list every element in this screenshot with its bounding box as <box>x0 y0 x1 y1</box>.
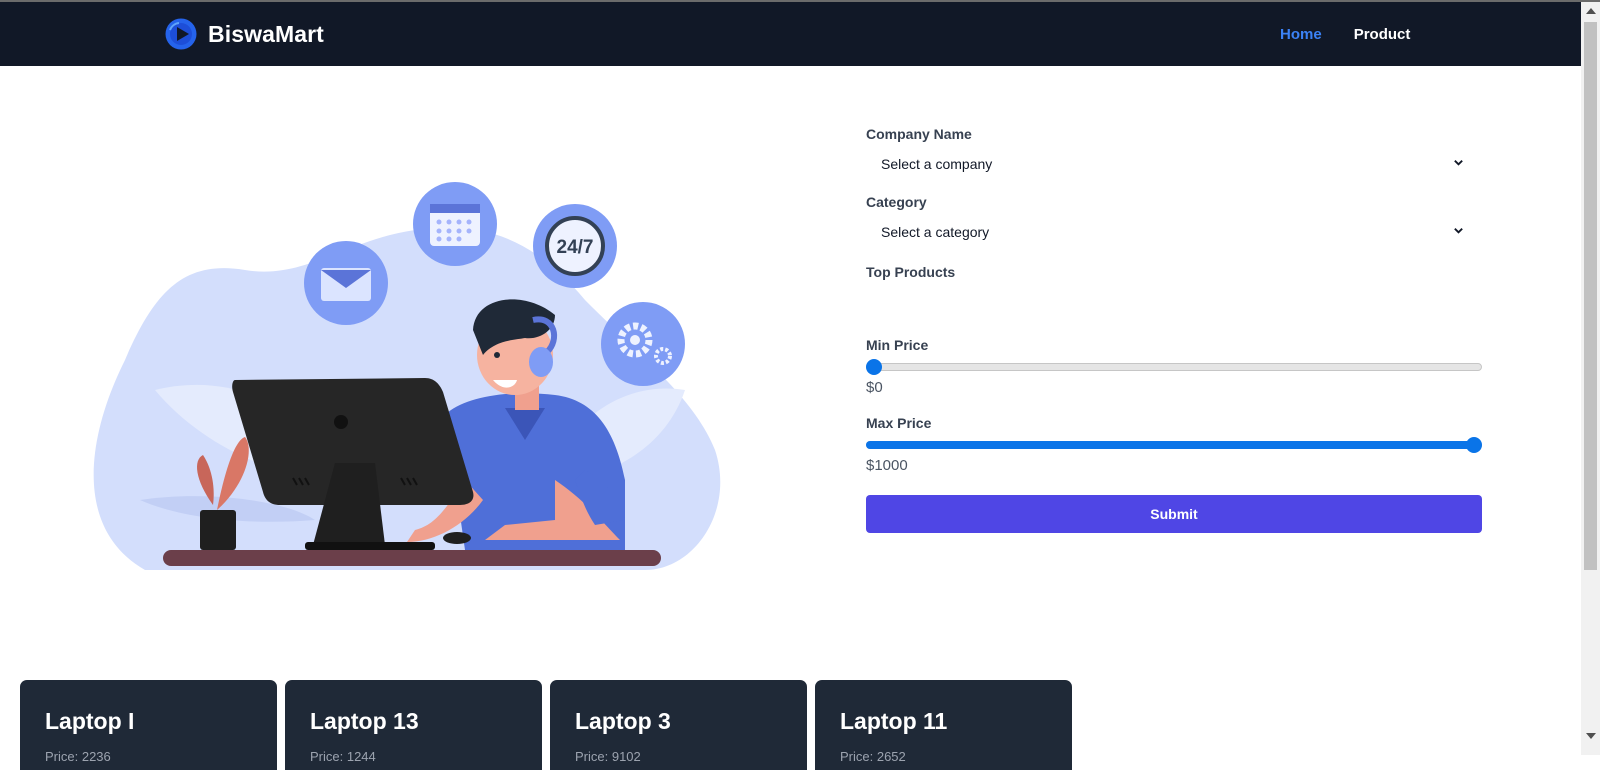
min-price-slider[interactable] <box>866 357 1482 377</box>
product-card[interactable]: Laptop 13 Price: 1244 <box>285 680 542 770</box>
scroll-up-arrow-icon[interactable] <box>1586 8 1596 14</box>
company-select-value: Select a company <box>881 156 993 172</box>
chevron-down-icon <box>1454 228 1463 234</box>
product-card-list: Laptop I Price: 2236 Laptop 13 Price: 12… <box>20 680 1072 770</box>
product-title: Laptop 13 <box>310 708 419 734</box>
scroll-down-arrow-icon[interactable] <box>1586 733 1596 739</box>
filter-form: Company Name Select a company Category S… <box>866 126 1482 533</box>
category-select-value: Select a category <box>881 224 990 240</box>
category-select[interactable]: Select a category <box>866 214 1482 250</box>
max-price-value: $1000 <box>866 457 908 474</box>
scroll-thumb[interactable] <box>1584 22 1597 570</box>
clock-24-7-text: 24/7 <box>557 237 594 258</box>
product-price: Price: 2652 <box>840 749 906 764</box>
product-price: Price: 9102 <box>575 749 641 764</box>
play-logo-icon <box>165 18 197 50</box>
product-card[interactable]: Laptop 11 Price: 2652 <box>815 680 1072 770</box>
product-price: Price: 1244 <box>310 749 376 764</box>
nav-links: Home Product <box>1280 26 1410 43</box>
top-products-area <box>866 280 1482 337</box>
calendar-icon <box>413 182 497 266</box>
mail-icon <box>304 241 388 325</box>
submit-button[interactable]: Submit <box>866 495 1482 533</box>
company-select[interactable]: Select a company <box>866 146 1482 182</box>
max-price-thumb[interactable] <box>1466 437 1482 453</box>
navbar: BiswaMart Home Product <box>0 2 1581 66</box>
min-price-track <box>866 363 1482 371</box>
brand-name: BiswaMart <box>208 20 324 47</box>
page-scrollbar[interactable] <box>1581 2 1600 755</box>
min-price-value: $0 <box>866 379 883 396</box>
product-title: Laptop 3 <box>575 708 671 734</box>
nav-product-link[interactable]: Product <box>1354 26 1411 43</box>
min-price-thumb[interactable] <box>866 359 882 375</box>
max-price-fill <box>866 441 1474 449</box>
min-price-label: Min Price <box>866 337 929 353</box>
clock-24-7-icon: 24/7 <box>533 204 617 288</box>
brand[interactable]: BiswaMart <box>165 18 324 50</box>
gear-icon <box>601 302 685 386</box>
nav-home-link[interactable]: Home <box>1280 26 1322 43</box>
customer-support-illustration: 24/7 <box>93 182 721 570</box>
product-title: Laptop 11 <box>840 708 948 734</box>
product-title: Laptop I <box>45 708 135 734</box>
company-name-label: Company Name <box>866 126 972 142</box>
category-label: Category <box>866 194 927 210</box>
max-price-label: Max Price <box>866 415 932 431</box>
max-price-slider[interactable] <box>866 435 1482 455</box>
top-products-label: Top Products <box>866 264 956 280</box>
chevron-down-icon <box>1454 160 1463 166</box>
product-card[interactable]: Laptop 3 Price: 9102 <box>550 680 807 770</box>
product-card[interactable]: Laptop I Price: 2236 <box>20 680 277 770</box>
product-price: Price: 2236 <box>45 749 111 764</box>
